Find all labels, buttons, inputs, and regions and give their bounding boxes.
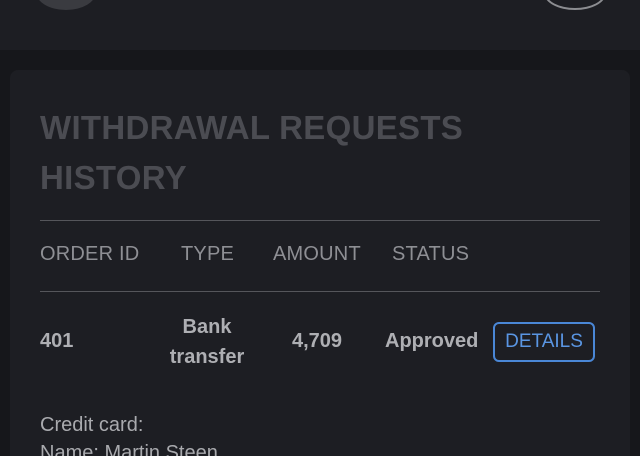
withdrawal-history-card: WITHDRAWAL REQUESTS HISTORY ORDER ID TYP… [10, 70, 630, 456]
top-bar [0, 0, 640, 50]
table-top-divider [40, 220, 600, 221]
avatar[interactable] [36, 0, 96, 10]
type-line-2: transfer [169, 346, 245, 368]
column-header-type: TYPE [181, 243, 235, 265]
column-header-amount: AMOUNT [273, 243, 361, 265]
column-header-order-id: ORDER ID [40, 243, 140, 265]
type-cell: Bank transfer [152, 312, 262, 372]
table-header-divider [40, 291, 600, 292]
menu-button[interactable] [544, 0, 606, 10]
credit-card-label: Credit card: [40, 414, 144, 436]
details-button[interactable]: DETAILS [493, 322, 595, 362]
column-header-status: STATUS [392, 243, 470, 265]
amount-cell: 4,709 [292, 330, 343, 352]
status-cell: Approved [385, 330, 479, 352]
card-holder-name: Name: Martin Steen [40, 442, 218, 456]
type-line-1: Bank [182, 316, 232, 338]
page-title: WITHDRAWAL REQUESTS HISTORY [40, 109, 464, 196]
order-id-cell: 401 [40, 330, 74, 352]
